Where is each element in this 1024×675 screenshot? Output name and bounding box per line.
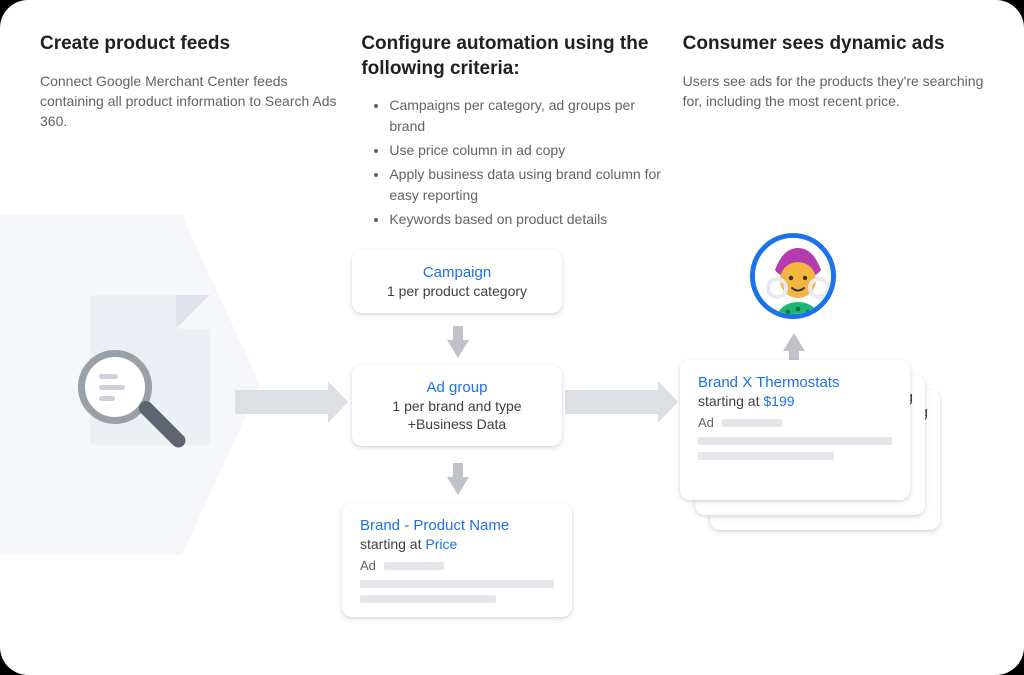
adgroup-sub: 1 per brand and type	[370, 398, 544, 414]
arrow-ads-to-consumer	[783, 333, 805, 351]
diagram-area: Campaign 1 per product category Ad group…	[0, 215, 1024, 675]
placeholder-bar	[360, 595, 496, 603]
template-subheading: starting at Price	[360, 536, 554, 552]
campaign-sub: 1 per product category	[370, 283, 544, 299]
columns-header: Create product feeds Connect Google Merc…	[0, 0, 1024, 233]
result-subheading: starting at $199	[698, 393, 892, 409]
campaign-title: Campaign	[370, 264, 544, 281]
ad-label: Ad	[698, 415, 714, 430]
placeholder-bar	[360, 580, 554, 588]
col3-title: Consumer sees dynamic ads	[683, 32, 984, 57]
col2-bullet: Use price column in ad copy	[389, 140, 662, 160]
arrow-feeds-to-config	[235, 390, 330, 414]
col-configure: Configure automation using the following…	[361, 32, 662, 233]
placeholder-bar	[698, 452, 834, 460]
col2-title: Configure automation using the following…	[361, 32, 662, 81]
placeholder-bar	[698, 437, 892, 445]
card-ad-template: Brand - Product Name starting at Price A…	[342, 503, 572, 617]
col2-list: Campaigns per category, ad groups per br…	[361, 95, 662, 229]
col2-bullet: Campaigns per category, ad groups per br…	[389, 95, 662, 136]
result-card-front: Brand X Thermostats starting at $199 Ad	[680, 360, 910, 500]
card-campaign: Campaign 1 per product category	[352, 250, 562, 313]
arrow-config-to-ads	[565, 390, 660, 414]
col-create-feeds: Create product feeds Connect Google Merc…	[40, 32, 341, 233]
arrow-campaign-to-adgroup	[447, 340, 469, 358]
arrow-adgroup-to-template	[447, 477, 469, 495]
placeholder-bar	[722, 419, 782, 427]
template-heading: Brand - Product Name	[360, 517, 554, 534]
col1-body: Connect Google Merchant Center feeds con…	[40, 71, 341, 132]
ad-label: Ad	[360, 558, 376, 573]
diagram-canvas: Create product feeds Connect Google Merc…	[0, 0, 1024, 675]
adgroup-extra: +Business Data	[370, 416, 544, 432]
col1-title: Create product feeds	[40, 32, 341, 57]
placeholder-bar	[384, 562, 444, 570]
adgroup-title: Ad group	[370, 379, 544, 396]
col3-body: Users see ads for the products they're s…	[683, 71, 984, 112]
magnifier-icon	[78, 350, 168, 440]
col2-bullet: Apply business data using brand column f…	[389, 164, 662, 205]
col-consumer: Consumer sees dynamic ads Users see ads …	[683, 32, 984, 233]
card-adgroup: Ad group 1 per brand and type +Business …	[352, 365, 562, 446]
consumer-avatar-icon	[750, 233, 836, 319]
result-heading: Brand X Thermostats	[698, 374, 892, 391]
